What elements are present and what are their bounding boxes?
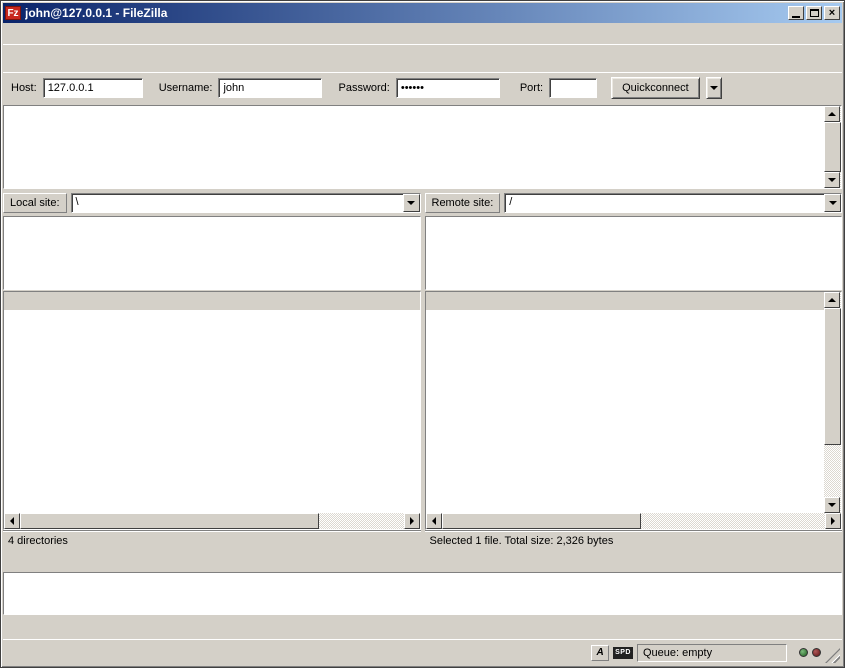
local-list-header	[4, 292, 420, 310]
close-button[interactable]: ×	[824, 6, 840, 20]
status-bar: A SPD Queue: empty	[3, 639, 842, 665]
remote-site-value: /	[505, 194, 824, 212]
scrollbar-thumb[interactable]	[20, 513, 319, 529]
titlebar: Fz john@127.0.0.1 - FileZilla ×	[3, 3, 842, 23]
scrollbar-track[interactable]	[319, 513, 403, 529]
transfer-queue	[3, 553, 842, 639]
quickconnect-dropdown-button[interactable]	[706, 77, 722, 99]
remote-pane: Remote site: /	[425, 192, 843, 550]
log-vertical-scrollbar[interactable]	[824, 106, 841, 188]
scroll-down-button[interactable]	[824, 497, 840, 513]
remote-tree	[425, 216, 843, 290]
message-log	[3, 105, 842, 189]
remote-file-list	[425, 291, 843, 530]
triangle-down-icon	[828, 178, 836, 182]
scrollbar-track[interactable]	[824, 445, 841, 497]
minimize-button[interactable]	[788, 6, 804, 20]
scrollbar-thumb[interactable]	[442, 513, 641, 529]
remote-site-label: Remote site:	[425, 193, 501, 213]
main-panes: Local site: \	[3, 192, 842, 550]
message-log-lines	[4, 106, 824, 188]
local-site-combobox[interactable]: \	[71, 193, 421, 213]
chevron-down-icon	[710, 86, 718, 90]
remote-site-combobox[interactable]: /	[504, 193, 842, 213]
port-label: Port:	[520, 82, 543, 94]
triangle-left-icon	[432, 517, 436, 525]
local-horizontal-scrollbar[interactable]	[4, 513, 420, 529]
triangle-left-icon	[10, 517, 14, 525]
local-tree	[3, 216, 421, 290]
port-input[interactable]	[549, 78, 597, 98]
password-input[interactable]	[396, 78, 500, 98]
scrollbar-thumb[interactable]	[824, 308, 841, 445]
scroll-up-button[interactable]	[824, 292, 840, 308]
local-site-label: Local site:	[3, 193, 67, 213]
password-label: Password:	[338, 82, 389, 94]
scrollbar-thumb[interactable]	[824, 122, 841, 172]
queue-body	[3, 572, 842, 615]
filezilla-icon: Fz	[5, 6, 21, 20]
triangle-down-icon	[828, 503, 836, 507]
host-input[interactable]	[43, 78, 143, 98]
remote-horizontal-scrollbar[interactable]	[426, 513, 842, 529]
scroll-left-button[interactable]	[426, 513, 442, 529]
triangle-up-icon	[828, 298, 836, 302]
receive-activity-led-icon	[799, 648, 808, 657]
remote-vertical-scrollbar[interactable]	[824, 292, 841, 513]
queue-header	[3, 553, 842, 572]
resize-grip[interactable]	[825, 648, 840, 663]
remote-site-dropdown-button[interactable]	[824, 194, 841, 212]
local-site-dropdown-button[interactable]	[403, 194, 420, 212]
filezilla-window: Fz john@127.0.0.1 - FileZilla × Host: Us…	[0, 0, 845, 668]
quickconnect-button[interactable]: Quickconnect	[611, 77, 700, 99]
scrollbar-track[interactable]	[641, 513, 825, 529]
triangle-up-icon	[828, 112, 836, 116]
remote-list-header	[426, 292, 825, 310]
quickconnect-bar: Host: Username: Password: Port: Quickcon…	[3, 72, 842, 103]
remote-list-body	[426, 310, 825, 513]
local-list-body	[4, 310, 420, 513]
chevron-down-icon	[829, 201, 837, 205]
menu-bar	[3, 23, 842, 44]
scroll-right-button[interactable]	[825, 513, 841, 529]
local-file-list	[3, 291, 421, 530]
chevron-down-icon	[407, 201, 415, 205]
scroll-left-button[interactable]	[4, 513, 20, 529]
queue-tabs	[3, 615, 842, 639]
toolbar	[3, 44, 842, 72]
triangle-right-icon	[831, 517, 835, 525]
local-site-value: \	[72, 194, 403, 212]
scroll-up-button[interactable]	[824, 106, 840, 122]
scroll-right-button[interactable]	[404, 513, 420, 529]
host-label: Host:	[11, 82, 37, 94]
local-status-text: 4 directories	[3, 530, 421, 550]
remote-status-text: Selected 1 file. Total size: 2,326 bytes	[425, 530, 843, 550]
queue-status-text: Queue: empty	[637, 644, 787, 662]
maximize-button[interactable]	[806, 6, 822, 20]
window-title: john@127.0.0.1 - FileZilla	[25, 6, 786, 20]
speed-limit-indicator-icon: SPD	[613, 647, 633, 659]
triangle-right-icon	[410, 517, 414, 525]
quickconnect-button-label: Quickconnect	[622, 82, 689, 94]
remote-site-bar: Remote site: /	[425, 192, 843, 216]
data-type-indicator-icon: A	[591, 645, 609, 661]
username-label: Username:	[159, 82, 213, 94]
local-site-bar: Local site: \	[3, 192, 421, 216]
scroll-down-button[interactable]	[824, 172, 840, 188]
username-input[interactable]	[218, 78, 322, 98]
send-activity-led-icon	[812, 648, 821, 657]
local-pane: Local site: \	[3, 192, 421, 550]
